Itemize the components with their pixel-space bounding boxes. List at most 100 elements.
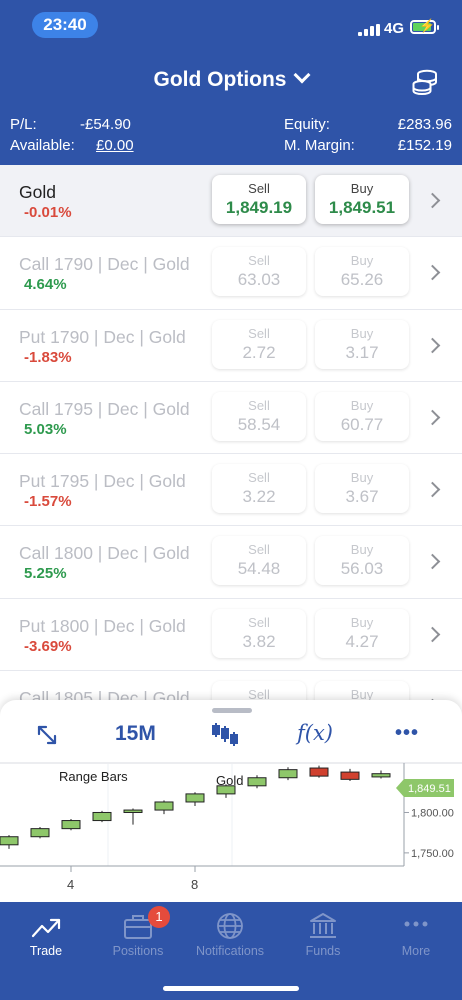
buy-button[interactable]: Buy 65.26 <box>315 247 409 297</box>
chevron-right-icon[interactable] <box>424 626 441 643</box>
tab-label: More <box>401 944 431 958</box>
buy-label: Buy <box>350 542 374 558</box>
sell-button[interactable]: Sell 58.54 <box>212 391 306 441</box>
instrument-row[interactable]: Gold -0.01% Sell 1,849.19 Buy 1,849.51 <box>0 165 462 238</box>
tab-more[interactable]: More <box>370 902 462 972</box>
buy-label: Buy <box>350 614 374 630</box>
globe-icon <box>217 913 243 939</box>
buy-price: 1,849.51 <box>328 198 396 217</box>
instrument-change: -1.83% <box>24 348 72 366</box>
more-options-icon[interactable]: ••• <box>395 722 419 750</box>
status-time: 23:40 <box>32 12 98 38</box>
sell-button[interactable]: Sell 1,849.19 <box>212 175 306 224</box>
chevron-right-icon[interactable] <box>424 337 441 353</box>
more-dots-icon <box>404 921 428 927</box>
available-label: Available: <box>10 137 75 154</box>
instrument-row[interactable]: Call 1795 | Dec | Gold 5.03% Sell 58.54 B… <box>0 381 462 455</box>
chevron-right-icon[interactable] <box>424 481 441 498</box>
chevron-right-icon[interactable] <box>424 192 441 209</box>
sell-price: 2.72 <box>242 342 276 362</box>
range-bar <box>154 801 174 811</box>
sell-label: Sell <box>248 397 270 413</box>
sell-label: Sell <box>248 614 270 630</box>
buy-button[interactable]: Buy 3.17 <box>315 319 409 369</box>
sell-label: Sell <box>248 542 270 558</box>
instrument-name: Put 1800 | Dec | Gold <box>19 615 186 636</box>
sell-price: 58.54 <box>237 414 281 434</box>
sell-button[interactable]: Sell 63.03 <box>212 247 306 297</box>
instrument-name: Put 1795 | Dec | Gold <box>19 471 186 492</box>
instrument-name: Gold <box>19 182 56 202</box>
price-chart[interactable]: Range Bars Gold 1,849.51 1,800.00 1,750.0… <box>0 762 462 902</box>
sell-label: Sell <box>248 253 270 269</box>
equity-value: £283.96 <box>397 116 452 133</box>
range-bar <box>123 809 143 813</box>
notification-badge: 1 <box>148 906 170 928</box>
buy-label: Buy <box>350 181 374 196</box>
buy-button[interactable]: Buy 60.77 <box>315 391 409 441</box>
indicators-button[interactable]: f(x) <box>297 721 333 749</box>
coins-icon[interactable] <box>412 69 438 95</box>
tab-label: Funds <box>305 944 341 958</box>
instrument-change: -3.69% <box>24 637 72 655</box>
range-bar <box>309 767 329 777</box>
instrument-change: -0.01% <box>24 204 72 221</box>
instrument-change: -1.57% <box>24 493 72 511</box>
tab-notifications[interactable]: Notifications <box>184 902 276 972</box>
buy-label: Buy <box>350 397 374 413</box>
chevron-right-icon[interactable] <box>424 265 441 281</box>
instrument-group-selector[interactable]: Gold Options <box>0 66 462 92</box>
buy-label: Buy <box>350 253 374 269</box>
app-header: 23:40 4G ⚡ Gold Options P/L: -£54.90 Ava… <box>0 0 462 165</box>
buy-price: 60.77 <box>340 414 384 434</box>
sell-label: Sell <box>248 325 270 341</box>
instrument-row[interactable]: Put 1790 | Dec | Gold -1.83% Sell 2.72 Bu… <box>0 309 462 382</box>
sell-price: 54.48 <box>237 559 281 579</box>
chevron-right-icon[interactable] <box>424 409 441 426</box>
chart-type-label: Range Bars <box>59 769 128 784</box>
range-bar <box>0 836 19 846</box>
buy-price: 3.67 <box>345 487 379 507</box>
tab-funds[interactable]: Funds <box>277 902 369 972</box>
available-value[interactable]: £0.00 <box>96 137 134 154</box>
home-indicator <box>163 986 299 991</box>
pl-value: -£54.90 <box>80 116 131 133</box>
instrument-row[interactable]: Put 1795 | Dec | Gold -1.57% Sell 3.22 Bu… <box>0 454 462 527</box>
drag-handle[interactable] <box>212 708 252 713</box>
sell-button[interactable]: Sell 3.22 <box>212 464 306 514</box>
equity-label: Equity: <box>284 116 330 133</box>
buy-label: Buy <box>350 470 374 486</box>
buy-button[interactable]: Buy 1,849.51 <box>315 175 409 224</box>
signal-icon <box>358 24 380 36</box>
sell-price: 3.82 <box>242 631 276 651</box>
buy-button[interactable]: Buy 3.67 <box>315 464 409 514</box>
candlestick-type-icon[interactable] <box>211 720 239 748</box>
instrument-row[interactable]: Put 1800 | Dec | Gold -3.69% Sell 3.82 Bu… <box>0 598 462 672</box>
tab-trade[interactable]: Trade <box>0 902 92 972</box>
timeframe-button[interactable]: 15M <box>115 722 156 750</box>
buy-button[interactable]: Buy 56.03 <box>315 536 409 586</box>
range-bar <box>61 820 81 830</box>
chevron-right-icon[interactable] <box>424 554 441 570</box>
buy-button[interactable]: Buy 4.27 <box>315 608 409 658</box>
range-bar <box>340 771 360 780</box>
instrument-name: Call 1795 | Dec | Gold <box>19 398 190 419</box>
bank-icon <box>310 913 336 938</box>
range-bar <box>185 793 205 803</box>
instrument-row[interactable]: Call 1800 | Dec | Gold 5.25% Sell 54.48 B… <box>0 526 462 599</box>
sell-button[interactable]: Sell 2.72 <box>212 319 306 369</box>
instrument-list: Gold -0.01% Sell 1,849.19 Buy 1,849.51 Cal… <box>0 165 462 744</box>
tab-label: Trade <box>29 944 63 958</box>
chevron-down-icon <box>293 66 311 84</box>
tab-positions[interactable]: 1 Positions <box>92 902 184 972</box>
range-bar <box>371 773 391 778</box>
sell-button[interactable]: Sell 3.82 <box>212 608 306 658</box>
range-bar <box>30 828 50 838</box>
instrument-change: 5.25% <box>24 565 67 583</box>
sell-button[interactable]: Sell 54.48 <box>212 536 306 586</box>
range-bar <box>92 811 112 822</box>
instrument-name: Call 1800 | Dec | Gold <box>19 543 190 564</box>
expand-icon[interactable] <box>36 724 58 746</box>
buy-price: 65.26 <box>340 270 384 290</box>
instrument-row[interactable]: Call 1790 | Dec | Gold 4.64% Sell 63.03 B… <box>0 237 462 310</box>
